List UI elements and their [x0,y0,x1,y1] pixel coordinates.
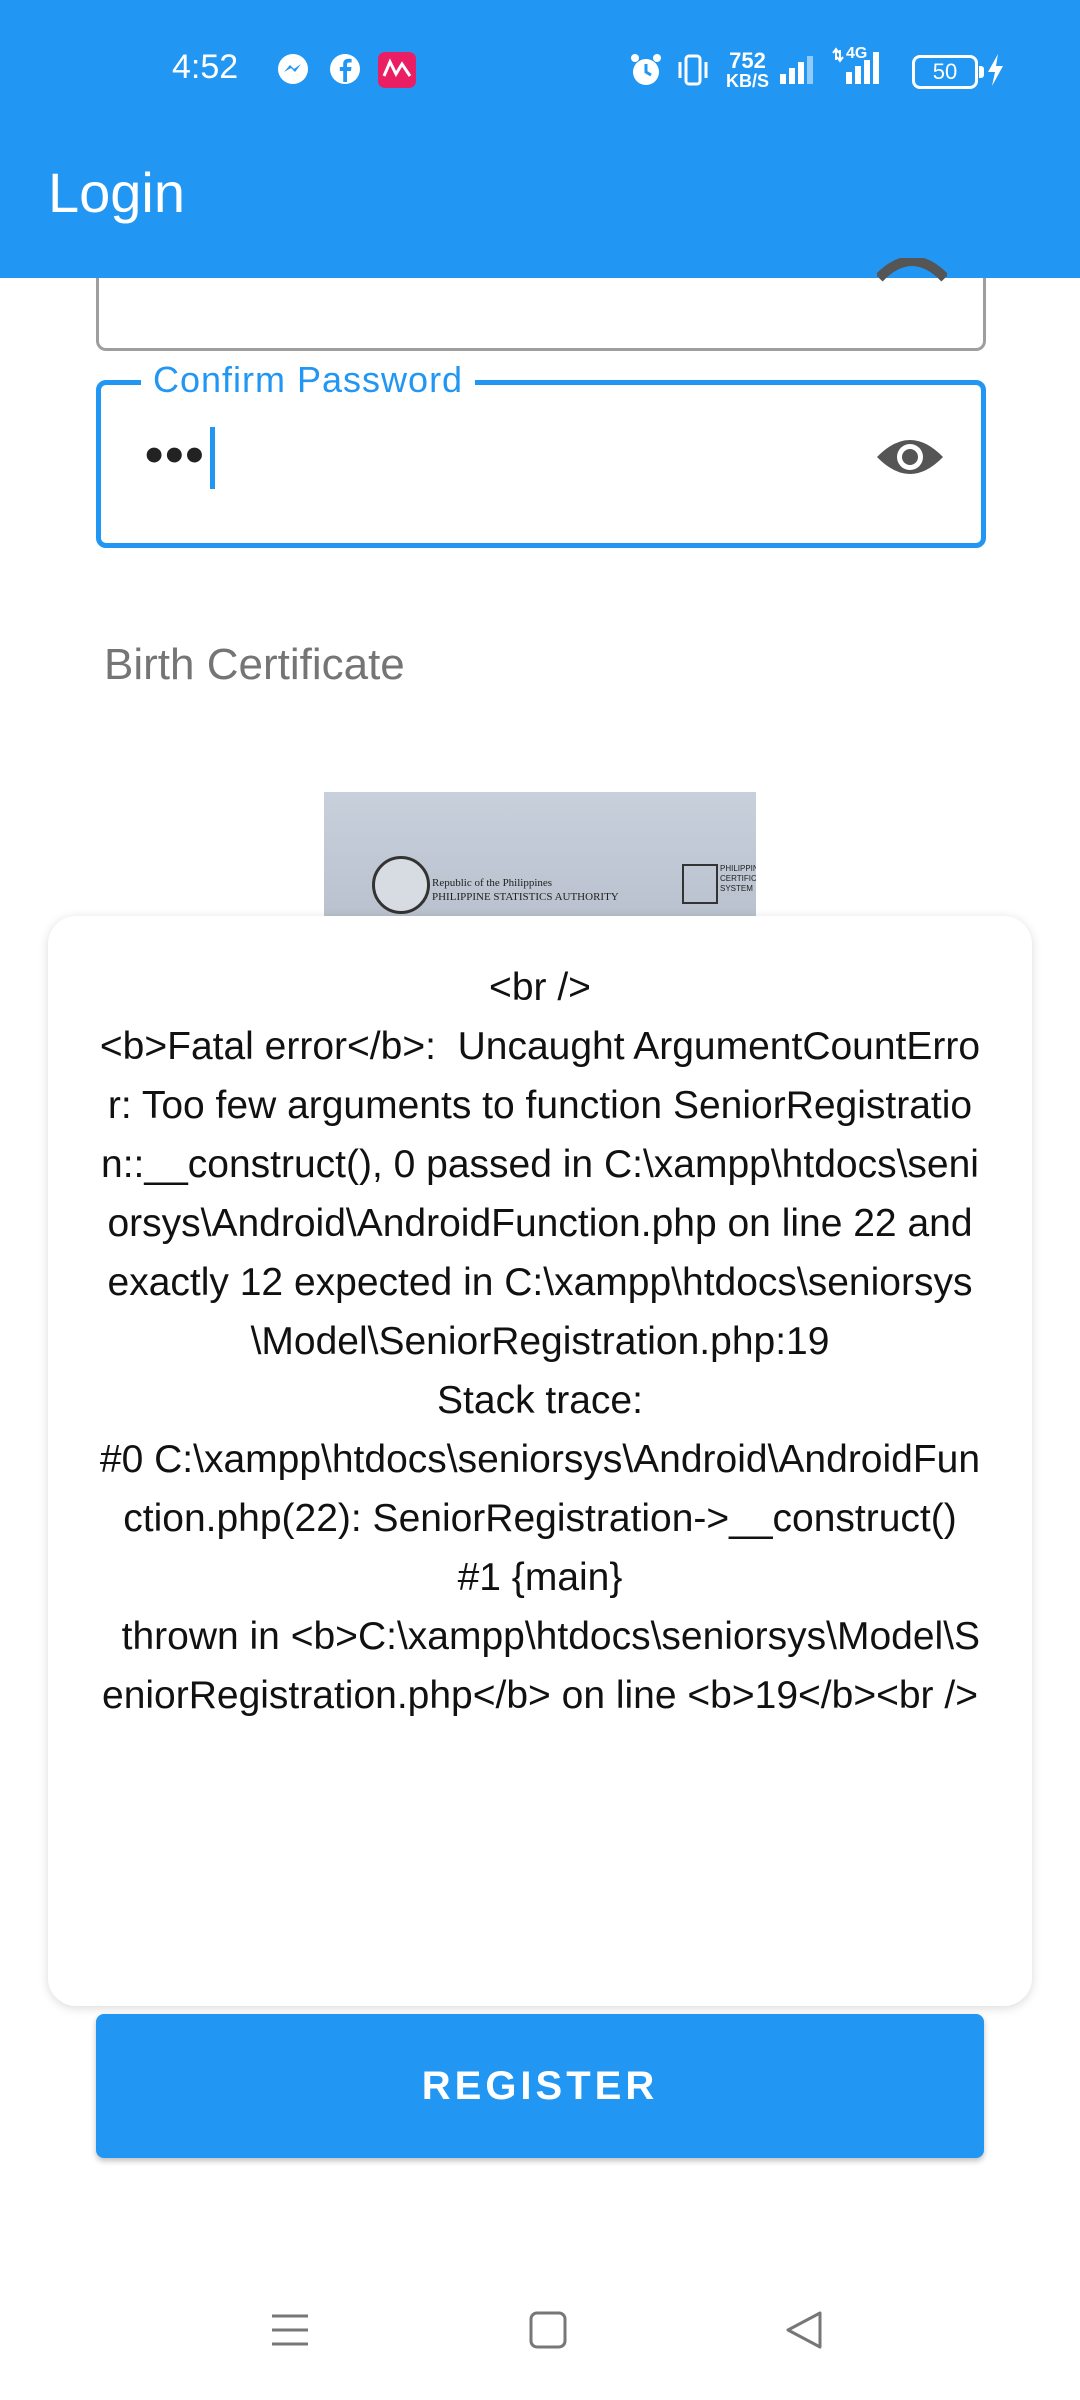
back-icon[interactable] [784,2310,824,2355]
password-field[interactable] [96,256,986,351]
mobile-data-icon: 4G [832,46,882,93]
psa-seal-icon [372,856,430,914]
certificate-side-line: CERTIFIC [720,874,756,883]
charging-icon [984,52,1006,95]
birth-certificate-label: Birth Certificate [104,640,405,689]
confirm-password-input[interactable]: ••• [145,425,215,490]
status-time: 4:52 [172,48,239,86]
certificate-header-text: Republic of the Philippines PHILIPPINE S… [432,876,619,904]
network-type: 4G [846,45,868,62]
register-button[interactable]: REGISTER [96,2014,984,2158]
facebook-icon [328,52,362,93]
text-cursor [209,427,215,490]
net-speed: 752 KB/S [726,48,770,91]
error-message: <br /> <b>Fatal error</b>: Uncaught Argu… [99,966,981,1717]
certificate-side-line: PHILIPPIN [720,864,756,873]
home-icon[interactable] [528,2310,568,2355]
menu-icon[interactable] [270,2310,310,2355]
certificate-side-line: SYSTEM [720,884,753,893]
messenger-icon [276,52,310,93]
visibility-icon[interactable] [875,433,945,481]
app-bar: 4:52 752 KB/S 4G 50 Login [0,0,1080,278]
battery-icon: 50 [912,55,984,89]
signal-icon [778,52,814,93]
status-bar: 4:52 752 KB/S 4G 50 [0,0,1080,140]
visibility-icon[interactable] [875,256,949,306]
confirm-password-field[interactable]: Confirm Password ••• [96,359,986,548]
certificate-line-1: Republic of the Philippines [432,877,553,889]
fingerprint-icon [682,864,718,904]
app-notification-icon [378,52,416,95]
vibrate-icon [676,52,710,95]
page-title: Login [48,161,186,224]
certificate-side-text: PHILIPPIN CERTIFIC SYSTEM [720,864,756,894]
net-speed-value: 752 [729,48,766,73]
alarm-icon [628,52,664,95]
birth-certificate-image[interactable]: Republic of the Philippines PHILIPPINE S… [324,792,756,932]
net-speed-unit: KB/S [726,71,770,91]
error-dialog: <br /> <b>Fatal error</b>: Uncaught Argu… [48,916,1032,2006]
system-nav-bar [0,2270,1080,2400]
confirm-password-label: Confirm Password [141,359,476,401]
certificate-line-2: PHILIPPINE STATISTICS AUTHORITY [432,891,619,903]
confirm-password-value: ••• [145,426,206,484]
